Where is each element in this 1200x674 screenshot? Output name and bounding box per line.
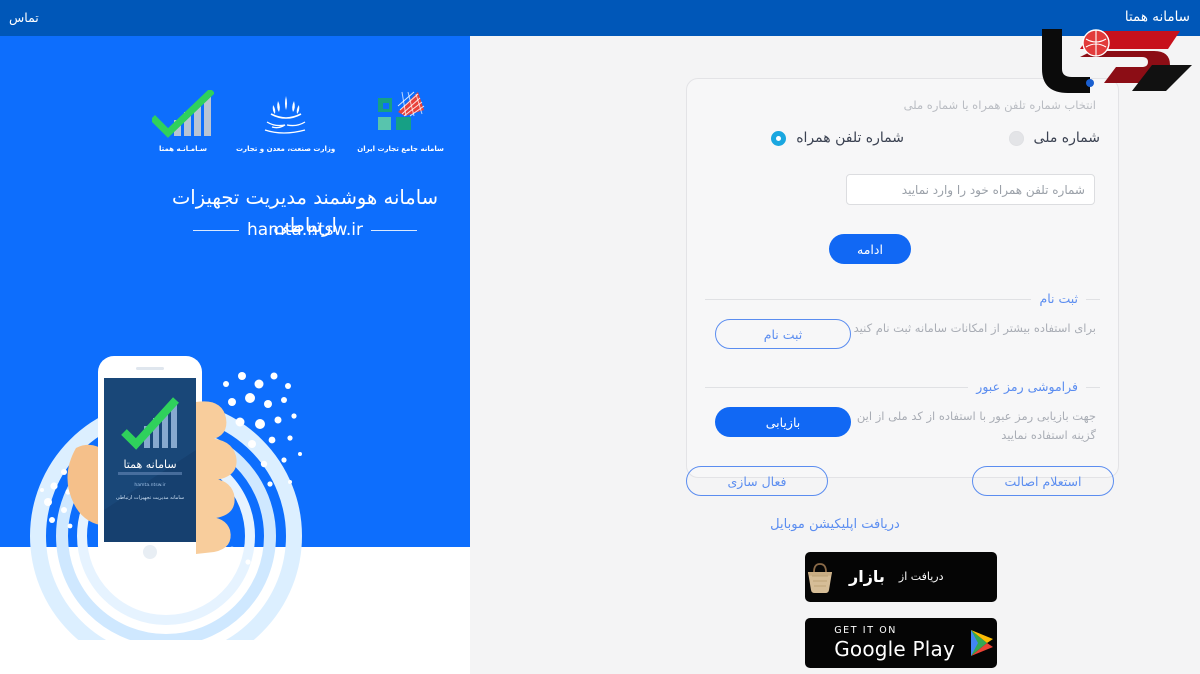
forgot-legend: فراموشی رمز عبور	[968, 378, 1086, 396]
forgot-password-section: فراموشی رمز عبور جهت بازیابی رمز عبور با…	[705, 378, 1100, 457]
hamta-chart-logo	[152, 90, 214, 138]
contact-link[interactable]: تماس	[9, 9, 39, 27]
logo-hamta-caption: سـامـانـه همتا	[159, 145, 207, 153]
register-description: برای استفاده بیشتر از امکانات سامانه ثبت…	[853, 321, 1096, 335]
google-play-triangle-icon	[971, 630, 993, 656]
forgot-legend-row: فراموشی رمز عبور	[705, 378, 1100, 396]
logo-ministry: وزارت صنعت، معدن و تجارت	[236, 90, 335, 154]
mobile-number-input[interactable]	[846, 174, 1095, 205]
logo-hamta: سـامـانـه همتا	[152, 90, 214, 154]
iran-ministry-emblem-logo	[264, 96, 305, 134]
mobile-app-download-label[interactable]: دریافت اپلیکیشن موبایل	[470, 515, 1200, 535]
org-logos-row: سـامـانـه همتا وزارت صنعت، معدن و تجارت …	[152, 58, 452, 154]
register-legend-row: ثبت نام	[705, 290, 1100, 308]
svg-text:سامانه مدیریت تجهیزات ارتباطی: سامانه مدیریت تجهیزات ارتباطی	[116, 495, 184, 501]
login-hint-text: انتخاب شماره تلفن همراه یا شماره ملی	[903, 98, 1096, 112]
header-brand-title: سامانه همتا	[1124, 9, 1190, 25]
hand-holding-phone-illustration: سامانه همتا hamta.ntsw.ir سامانه مدیریت …	[30, 356, 302, 640]
login-card: انتخاب شماره تلفن همراه یا شماره ملی شما…	[686, 78, 1119, 478]
bazaar-basket-icon	[808, 563, 832, 593]
logo-ministry-caption: وزارت صنعت، معدن و تجارت	[236, 145, 336, 153]
radio-label-national-id: شماره ملی	[1033, 130, 1100, 146]
continue-button[interactable]: ادامه	[829, 234, 911, 264]
radio-option-mobile[interactable]: شماره تلفن همراه	[771, 127, 904, 149]
register-section: ثبت نام برای استفاده بیشتر از امکانات سا…	[705, 290, 1100, 369]
hero-rule-right	[193, 229, 239, 231]
hero-url-row: hamta.ntsw.ir	[140, 218, 470, 242]
google-play-download-badge[interactable]: GET IT ON Google Play	[805, 618, 997, 668]
radio-option-national-id[interactable]: شماره ملی	[1008, 127, 1100, 149]
recover-button[interactable]: بازیابی	[715, 407, 851, 437]
hero-rule-left	[371, 229, 417, 231]
top-header-bar: تماس سامانه همتا	[0, 0, 1200, 36]
bazaar-prefix-text: دریافت از	[898, 570, 944, 583]
svg-text:hamta.ntsw.ir: hamta.ntsw.ir	[134, 482, 165, 488]
right-content-area: انتخاب شماره تلفن همراه یا شماره ملی شما…	[470, 36, 1200, 674]
identifier-type-radio-group: شماره ملی شماره تلفن همراه	[705, 127, 1100, 161]
hero-url: hamta.ntsw.ir	[247, 220, 363, 240]
ntsw-trade-system-logo	[377, 91, 424, 130]
radio-dot-national-id[interactable]	[1008, 130, 1024, 146]
activation-button[interactable]: فعال سازی	[686, 466, 828, 496]
svg-text:سامانه همتا: سامانه همتا	[123, 458, 176, 471]
logo-ntsw: سامانه جامع تجارت ایران	[357, 90, 444, 154]
logo-ntsw-caption: سامانه جامع تجارت ایران	[357, 145, 444, 153]
google-play-big-text: Google Play	[834, 637, 955, 661]
bazaar-download-badge[interactable]: دریافت از بازار	[805, 552, 997, 602]
google-play-small-text: GET IT ON	[834, 625, 897, 636]
forgot-description: جهت بازیابی رمز عبور با استفاده از کد مل…	[856, 409, 1096, 442]
register-button[interactable]: ثبت نام	[715, 319, 851, 349]
radio-dot-mobile-selected[interactable]	[771, 130, 787, 146]
radio-label-mobile: شماره تلفن همراه	[796, 130, 904, 146]
login-page: تماس سامانه همتا سـامـانـه همتا وزارت صن…	[0, 0, 1200, 674]
bazaar-name-text: بازار	[849, 567, 885, 586]
authenticity-inquiry-button[interactable]: استعلام اصالت	[972, 466, 1114, 496]
register-legend: ثبت نام	[1031, 290, 1086, 308]
